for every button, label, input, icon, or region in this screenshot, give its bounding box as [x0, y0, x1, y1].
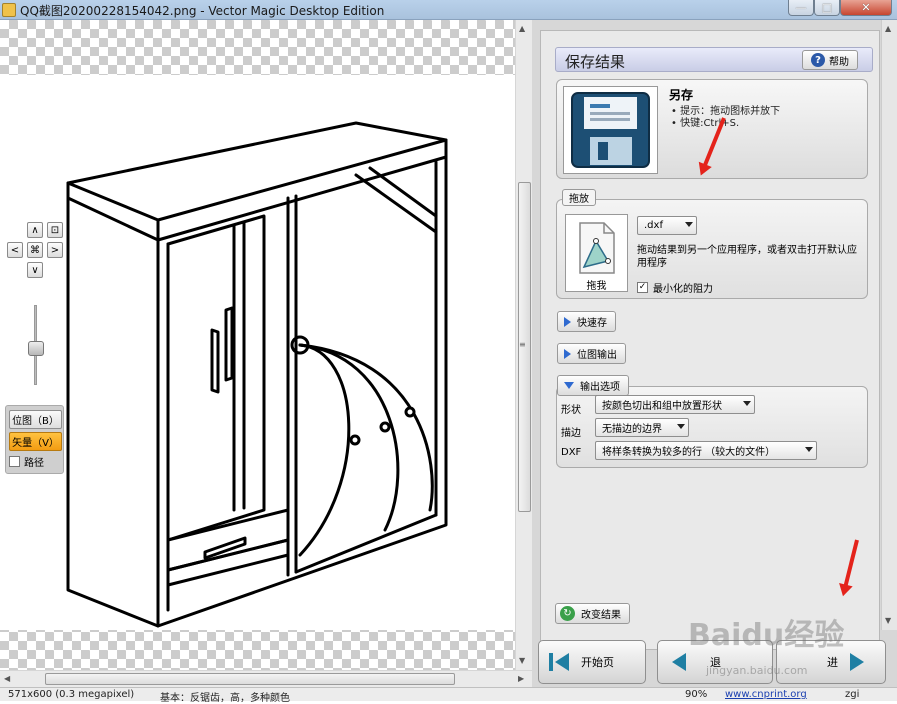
drag-me-tile[interactable]: 拖我: [565, 214, 628, 292]
image-canvas[interactable]: [0, 20, 515, 670]
chevron-down-icon: [677, 424, 685, 429]
close-icon: ✕: [861, 1, 871, 14]
canvas-horizontal-scrollbar[interactable]: ◀ ▶: [0, 670, 532, 687]
status-zoom: 90%: [685, 689, 708, 700]
maximize-icon: □: [821, 1, 833, 14]
dxf-file-icon: [579, 222, 615, 274]
back-arrow-icon: [672, 653, 686, 671]
change-result-label: 改变结果: [581, 610, 621, 621]
pan-right-button[interactable]: >: [47, 242, 63, 258]
panel-header: 保存结果 ? 帮助: [555, 47, 873, 72]
stroke-option-value: 无描边的边界: [602, 424, 662, 435]
scroll-up-icon[interactable]: ▲: [885, 24, 891, 33]
zoom-slider-knob[interactable]: [28, 341, 44, 356]
close-button[interactable]: ✕: [840, 0, 892, 16]
canvas-vertical-scrollbar[interactable]: ▲ ≡ ▼: [515, 20, 532, 670]
status-bar: 571x600 (0.3 megapixel) 基本：反锯齿，高，多种颜色 90…: [0, 687, 897, 704]
title-bar: QQ截图20200228154042.png - Vector Magic De…: [0, 0, 897, 20]
skip-back-icon: [549, 653, 569, 671]
refresh-icon: ↻: [560, 606, 575, 621]
scroll-right-icon[interactable]: ▶: [518, 674, 524, 683]
help-label: 帮助: [829, 56, 849, 68]
expand-arrow-icon: [564, 316, 571, 327]
home-page-label: 开始页: [581, 656, 614, 669]
paths-checkbox[interactable]: [9, 456, 20, 467]
minimize-resistance-label: 最小化的阻力: [653, 284, 713, 295]
drag-drop-label: 拖放: [562, 189, 596, 206]
panel-content: 保存结果 ? 帮助 另存 • 提示：拖动图标并放下 • 快键:Ctrl+S. 拖…: [540, 30, 880, 650]
save-as-disk-button[interactable]: [563, 86, 658, 174]
quick-save-expander[interactable]: 快速存: [557, 311, 616, 332]
pan-up-button[interactable]: ∧: [27, 222, 43, 238]
zoom-slider[interactable]: [28, 305, 44, 385]
save-as-box[interactable]: 另存 • 提示：拖动图标并放下 • 快键:Ctrl+S.: [556, 79, 868, 179]
vector-mode-button[interactable]: 矢量（V）: [9, 432, 62, 451]
save-as-shortcut: • 快键:Ctrl+S.: [671, 118, 740, 129]
format-dropdown[interactable]: .dxf: [637, 216, 697, 235]
dxf-option-dropdown[interactable]: 将样条转换为较多的行 （较大的文件）: [595, 441, 817, 460]
home-page-button[interactable]: 开始页: [538, 640, 646, 684]
paths-label: 路径: [24, 458, 44, 469]
scroll-down-icon[interactable]: ▼: [519, 656, 525, 665]
shape-option-label: 形状: [561, 405, 581, 416]
maximize-button[interactable]: □: [814, 0, 840, 16]
drag-drop-group: 拖我 .dxf 拖动结果到另一个应用程序，或者双击打开默认应用程序 ✓ 最小化的…: [556, 199, 868, 299]
drag-me-label: 拖我: [586, 281, 607, 292]
stroke-option-label: 描边: [561, 428, 581, 439]
output-options-label: 输出选项: [580, 382, 620, 393]
status-settings: 基本：反锯齿，高，多种颜色: [160, 693, 290, 704]
next-arrow-icon: [850, 653, 864, 671]
app-icon: [2, 3, 16, 17]
minimize-resistance-checkbox[interactable]: ✓: [637, 282, 648, 293]
fit-view-button[interactable]: ⌘: [27, 242, 43, 258]
shape-option-value: 按颜色切出和组中放置形状: [602, 401, 722, 412]
minimize-icon: —: [795, 1, 807, 14]
chevron-down-icon: [743, 401, 751, 406]
horizontal-scroll-thumb[interactable]: [45, 673, 455, 685]
bitmap-output-expander[interactable]: 位图输出: [557, 343, 626, 364]
floppy-disk-icon: [571, 92, 650, 168]
collapse-arrow-icon: [564, 382, 574, 389]
format-value: .dxf: [644, 220, 663, 231]
pan-down-button[interactable]: ∨: [27, 262, 43, 278]
chevron-down-icon: [805, 447, 813, 452]
stroke-option-dropdown[interactable]: 无描边的边界: [595, 418, 689, 437]
minimize-button[interactable]: —: [788, 0, 814, 16]
scroll-up-icon[interactable]: ▲: [519, 24, 525, 33]
scroll-grip-icon: ≡: [519, 340, 526, 349]
panel-scrollbar[interactable]: ▲ ▼: [881, 20, 897, 630]
minimize-resistance-row[interactable]: ✓ 最小化的阻力: [637, 280, 713, 295]
pan-left-button[interactable]: <: [7, 242, 23, 258]
quick-save-label: 快速存: [577, 318, 607, 329]
zoom-fit-button[interactable]: ⊡: [47, 222, 63, 238]
view-mode-selector: 位图（B） 矢量（V） 路径: [5, 405, 64, 474]
dxf-option-value: 将样条转换为较多的行 （较大的文件）: [602, 447, 776, 458]
dxf-option-label: DXF: [561, 447, 582, 458]
output-options-expander[interactable]: 输出选项: [557, 375, 629, 396]
expand-arrow-icon: [564, 348, 571, 359]
scroll-left-icon[interactable]: ◀: [4, 674, 10, 683]
next-label: 进: [827, 656, 838, 669]
bitmap-output-label: 位图输出: [577, 350, 617, 361]
cabinet-drawing: [66, 121, 448, 628]
status-link[interactable]: www.cnprint.org: [725, 689, 807, 700]
page-title: 保存结果: [565, 53, 626, 71]
help-button[interactable]: ? 帮助: [802, 50, 858, 70]
bitmap-mode-button[interactable]: 位图（B）: [9, 410, 62, 429]
status-extra: zgi: [845, 689, 860, 700]
scroll-down-icon[interactable]: ▼: [885, 616, 891, 625]
window-title: QQ截图20200228154042.png - Vector Magic De…: [20, 4, 385, 18]
change-result-button[interactable]: ↻ 改变结果: [555, 603, 630, 624]
shape-option-dropdown[interactable]: 按颜色切出和组中放置形状: [595, 395, 755, 414]
chevron-down-icon: [685, 222, 693, 227]
help-icon: ?: [811, 53, 825, 67]
save-as-title: 另存: [669, 88, 694, 102]
status-image-size: 571x600 (0.3 megapixel): [8, 689, 135, 700]
watermark-brand: Baidu经验: [688, 618, 845, 653]
paths-checkbox-row[interactable]: 路径: [9, 454, 44, 469]
drag-description: 拖动结果到另一个应用程序，或者双击打开默认应用程序: [637, 245, 857, 269]
watermark-url: jingyan.baidu.com: [706, 664, 808, 677]
